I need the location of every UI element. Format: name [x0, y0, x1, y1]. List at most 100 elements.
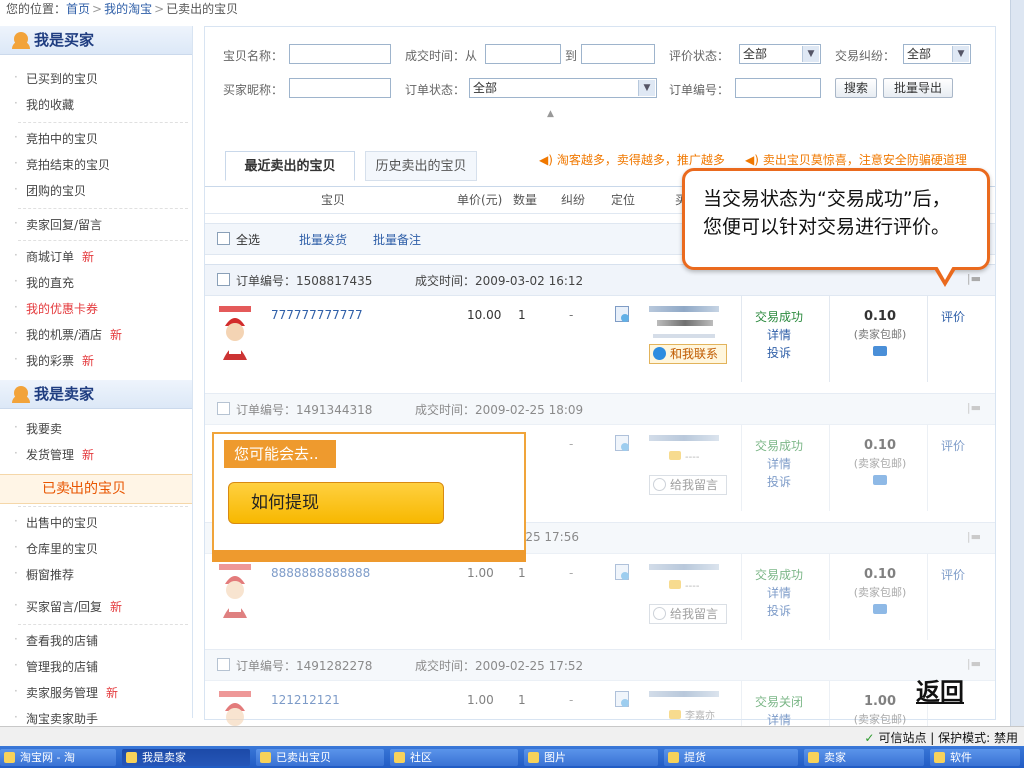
sidebar-item[interactable]: 卖家服务管理新 — [14, 684, 118, 701]
flag-icon[interactable]: |▬ — [967, 272, 981, 285]
complain-link[interactable]: 投诉 — [753, 344, 805, 362]
sidebar-item-label: 买家留言/回复 — [26, 600, 103, 614]
detail-link[interactable]: 详情 — [753, 584, 805, 602]
sidebar-item[interactable]: 团购的宝贝 — [14, 182, 86, 199]
tab-history-sold[interactable]: 历史卖出的宝贝 — [365, 151, 477, 181]
message-icon — [653, 478, 666, 491]
notice-promo[interactable]: ◀) 淘客越多，卖得越多，推广越多 — [539, 151, 725, 168]
sidebar-item[interactable]: 我的机票/酒店新 — [14, 326, 122, 343]
rate-link[interactable]: 评价 — [941, 308, 965, 325]
tab-recent-sold[interactable]: 最近卖出的宝贝 — [225, 151, 355, 181]
taskbar-button[interactable]: 淘宝网 - 淘 — [0, 749, 116, 766]
flag-icon[interactable]: |▬ — [967, 401, 981, 414]
order-number-value: 1508817435 — [296, 274, 373, 288]
item-title-link[interactable]: 777777777777 — [271, 308, 363, 322]
locate-doc-icon[interactable] — [615, 306, 629, 322]
sidebar-item[interactable]: 发货管理新 — [14, 446, 94, 463]
deal-time-value: -25 17:56 — [521, 530, 579, 544]
sidebar-item-sold-active[interactable]: 已卖出的宝贝 — [0, 474, 192, 504]
notice-safety[interactable]: ◀) 卖出宝贝莫惊喜，注意安全防骗硬道理 — [745, 151, 975, 168]
locate-doc-icon[interactable] — [615, 435, 629, 451]
new-badge: 新 — [82, 250, 95, 264]
item-thumbnail[interactable] — [217, 304, 253, 362]
window-scrollbar[interactable] — [1010, 0, 1024, 726]
trade-status: 交易成功 详情 投诉 — [753, 308, 805, 362]
sidebar-item[interactable]: 管理我的店铺 — [14, 658, 98, 675]
sidebar-item[interactable]: 出售中的宝贝 — [14, 514, 99, 531]
breadcrumb-mytaobao-link[interactable]: 我的淘宝 — [104, 2, 152, 16]
taskbar-button[interactable]: 我是卖家 — [122, 749, 250, 766]
leave-message-button[interactable]: 给我留言 — [649, 475, 727, 495]
flag-icon[interactable]: |▬ — [967, 657, 981, 670]
sidebar-item-label: 卖家回复/留言 — [26, 218, 103, 232]
buyer-nick-input[interactable] — [289, 78, 391, 98]
batch-ship-link[interactable]: 批量发货 — [299, 231, 347, 248]
taskbar-button[interactable]: 社区 — [390, 749, 518, 766]
how-to-withdraw-button[interactable]: 如何提现 — [228, 482, 444, 524]
sidebar-item[interactable]: 我的收藏 — [14, 96, 74, 113]
flag-icon[interactable]: |▬ — [967, 530, 981, 543]
rating-status-select[interactable]: 全部 ▼ — [739, 44, 821, 64]
complain-link[interactable]: 投诉 — [753, 602, 805, 620]
checkbox[interactable] — [217, 273, 230, 286]
sidebar-item[interactable]: 我的彩票新 — [14, 352, 94, 369]
sidebar-item[interactable]: 橱窗推荐 — [14, 566, 74, 583]
sidebar-item[interactable]: 竞拍中的宝贝 — [14, 130, 98, 147]
sidebar-item[interactable]: 已买到的宝贝 — [14, 70, 98, 87]
contact-me-button[interactable]: 和我联系 — [649, 344, 727, 364]
item-name-input[interactable] — [289, 44, 391, 64]
breadcrumb-home-link[interactable]: 首页 — [66, 2, 90, 16]
complain-link[interactable]: 投诉 — [753, 473, 805, 491]
detail-link[interactable]: 详情 — [753, 455, 805, 473]
checkbox[interactable] — [217, 658, 230, 671]
leave-message-button[interactable]: 给我留言 — [649, 604, 727, 624]
item-name-label: 宝贝名称： — [223, 49, 284, 63]
deal-time: 成交时间：2009-02-25 18:09 — [415, 401, 583, 418]
item-thumbnail[interactable] — [217, 562, 253, 620]
collapse-icon[interactable]: ▲ — [547, 109, 554, 119]
select-all-checkbox[interactable]: 全选 — [217, 231, 260, 248]
breadcrumb: 您的位置：首页 > 我的淘宝 > 已卖出的宝贝 — [6, 0, 238, 17]
checkbox[interactable] — [217, 232, 230, 245]
batch-export-button[interactable]: 批量导出 — [883, 78, 953, 98]
checkbox[interactable] — [217, 402, 230, 415]
sidebar-item-label: 出售中的宝贝 — [26, 516, 99, 530]
search-button[interactable]: 搜索 — [835, 78, 877, 98]
order-number: 订单编号：1491344318 — [217, 401, 372, 418]
order-amount-value: 0.10 — [863, 567, 897, 582]
taskbar-button[interactable]: 提货 — [664, 749, 798, 766]
taskbar-button[interactable]: 软件 — [930, 749, 1020, 766]
deal-time-to-input[interactable] — [581, 44, 655, 64]
sidebar-item[interactable]: 查看我的店铺 — [14, 632, 98, 649]
locate-doc-icon[interactable] — [615, 691, 629, 707]
deal-time: 成交时间：2009-02-25 17:52 — [415, 657, 583, 674]
sidebar-item[interactable]: 我要卖 — [14, 420, 62, 437]
security-zone[interactable]: ✓ 可信站点 | 保护模式: 禁用 — [864, 729, 1018, 746]
batch-note-link[interactable]: 批量备注 — [373, 231, 421, 248]
sidebar-item[interactable]: 商城订单新 — [14, 248, 95, 265]
dispute-select[interactable]: 全部 ▼ — [903, 44, 971, 64]
item-title-link[interactable]: 8888888888888 — [271, 566, 370, 580]
item-title-link[interactable]: 121212121 — [271, 693, 340, 707]
taskbar-button[interactable]: 卖家 — [804, 749, 924, 766]
popup-header: 您可能会去.. — [224, 440, 336, 468]
locate-doc-icon[interactable] — [615, 564, 629, 580]
sidebar-item[interactable]: 卖家回复/留言 — [14, 216, 103, 233]
sidebar-item[interactable]: 我的直充 — [14, 274, 74, 291]
sidebar-item[interactable]: 竞拍结束的宝贝 — [14, 156, 110, 173]
order-status-select[interactable]: 全部 ▼ — [469, 78, 657, 98]
taskbar-button[interactable]: 图片 — [524, 749, 658, 766]
sidebar-item[interactable]: 仓库里的宝贝 — [14, 540, 98, 557]
back-link[interactable]: 返回 — [916, 672, 964, 707]
sidebar-item[interactable]: 买家留言/回复新 — [14, 598, 122, 615]
order-number-label: 订单编号： — [236, 659, 297, 673]
sidebar: 我是买家已买到的宝贝我的收藏竞拍中的宝贝竞拍结束的宝贝团购的宝贝卖家回复/留言商… — [0, 26, 193, 726]
taskbar-button[interactable]: 已卖出宝贝 — [256, 749, 384, 766]
rate-link[interactable]: 评价 — [941, 566, 965, 583]
order-no-input[interactable] — [735, 78, 821, 98]
sidebar-item[interactable]: 淘宝卖家助手 — [14, 710, 98, 727]
sidebar-item[interactable]: 我的优惠卡券 — [14, 300, 98, 317]
rate-link[interactable]: 评价 — [941, 437, 965, 454]
deal-time-from-input[interactable] — [485, 44, 561, 64]
detail-link[interactable]: 详情 — [753, 326, 805, 344]
